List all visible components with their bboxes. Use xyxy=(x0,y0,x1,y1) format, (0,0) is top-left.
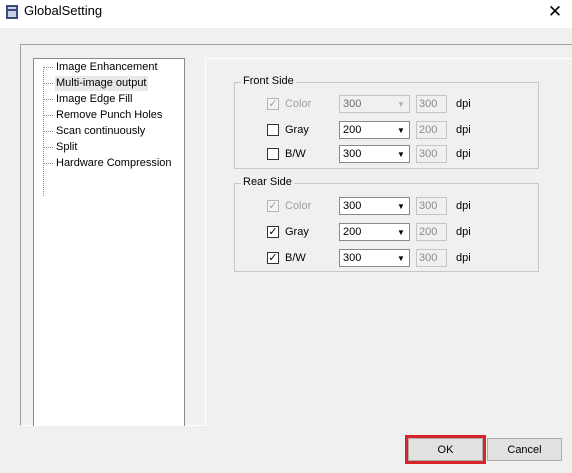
front-bw-unit: dpi xyxy=(456,148,471,160)
chevron-down-icon: ▼ xyxy=(397,149,405,159)
rear-bw-dpi-select[interactable]: 300 ▼ xyxy=(339,249,410,267)
tree-connector xyxy=(43,99,53,100)
tree-connector xyxy=(43,147,53,148)
rear-color-row: ✓ Color 300 ▼ 300 dpi xyxy=(235,197,540,217)
rear-color-dpi-field-value: 300 xyxy=(419,200,438,212)
front-bw-checkbox[interactable] xyxy=(267,148,279,160)
chevron-down-icon: ▼ xyxy=(397,201,405,211)
rear-color-unit: dpi xyxy=(456,200,471,212)
rear-color-dpi-select[interactable]: 300 ▼ xyxy=(339,197,410,215)
rear-bw-checkbox[interactable]: ✓ xyxy=(267,252,279,264)
multi-image-output-panel: Front Side ✓ Color 300 ▼ 300 dpi Gray 20… xyxy=(205,58,572,440)
chevron-down-icon: ▼ xyxy=(397,227,405,237)
tree-connector xyxy=(43,67,53,68)
ok-button[interactable]: OK xyxy=(408,438,483,461)
front-color-row: ✓ Color 300 ▼ 300 dpi xyxy=(235,95,540,115)
front-side-group: Front Side ✓ Color 300 ▼ 300 dpi Gray 20… xyxy=(234,75,540,169)
rear-side-legend: Rear Side xyxy=(241,176,294,188)
front-color-dpi-field-value: 300 xyxy=(419,98,438,110)
rear-color-dpi-value: 300 xyxy=(343,200,362,212)
tree-connector xyxy=(43,83,53,84)
front-gray-dpi-select[interactable]: 200 ▼ xyxy=(339,121,410,139)
front-color-checkbox[interactable]: ✓ xyxy=(267,98,279,110)
front-color-dpi-value: 300 xyxy=(343,98,362,110)
dialog-body: Image Enhancement Multi-image output Ima… xyxy=(0,28,572,473)
rear-color-checkbox[interactable]: ✓ xyxy=(267,200,279,212)
scanner-icon xyxy=(4,4,20,20)
front-gray-dpi-field-value: 200 xyxy=(419,124,438,136)
front-bw-dpi-field-value: 300 xyxy=(419,148,438,160)
front-bw-dpi-field: 300 xyxy=(416,145,447,163)
tree-item-split[interactable]: Split xyxy=(55,140,78,155)
rear-side-group: Rear Side ✓ Color 300 ▼ 300 dpi ✓ Gray 2… xyxy=(234,176,540,272)
rear-bw-label: B/W xyxy=(285,252,306,264)
tree-item-image-edge-fill[interactable]: Image Edge Fill xyxy=(55,92,133,107)
front-bw-dpi-value: 300 xyxy=(343,148,362,160)
window-title: GlobalSetting xyxy=(24,3,103,18)
rear-bw-dpi-field: 300 xyxy=(416,249,447,267)
rear-gray-dpi-field: 200 xyxy=(416,223,447,241)
rear-gray-label: Gray xyxy=(285,226,309,238)
front-color-unit: dpi xyxy=(456,98,471,110)
tree-item-scan-continuously[interactable]: Scan continuously xyxy=(55,124,146,139)
front-gray-dpi-value: 200 xyxy=(343,124,362,136)
tree-item-image-enhancement[interactable]: Image Enhancement xyxy=(55,60,159,75)
rear-bw-dpi-field-value: 300 xyxy=(419,252,438,264)
rear-bw-unit: dpi xyxy=(456,252,471,264)
tree-connector xyxy=(43,115,53,116)
front-color-dpi-field: 300 xyxy=(416,95,447,113)
front-side-legend: Front Side xyxy=(241,75,296,87)
front-gray-dpi-field: 200 xyxy=(416,121,447,139)
rear-gray-row: ✓ Gray 200 ▼ 200 dpi xyxy=(235,223,540,243)
title-bar: GlobalSetting ✕ xyxy=(0,0,572,28)
rear-color-label: Color xyxy=(285,200,312,212)
close-button[interactable]: ✕ xyxy=(538,0,572,24)
front-bw-label: B/W xyxy=(285,148,306,160)
chevron-down-icon: ▼ xyxy=(397,125,405,135)
cancel-button[interactable]: Cancel xyxy=(487,438,562,461)
front-color-label: Color xyxy=(285,98,312,110)
tree-item-multi-image-output[interactable]: Multi-image output xyxy=(55,76,148,91)
rear-gray-checkbox[interactable]: ✓ xyxy=(267,226,279,238)
rear-gray-dpi-select[interactable]: 200 ▼ xyxy=(339,223,410,241)
tree-item-hardware-compression[interactable]: Hardware Compression xyxy=(55,156,173,171)
front-gray-label: Gray xyxy=(285,124,309,136)
front-gray-row: Gray 200 ▼ 200 dpi xyxy=(235,121,540,141)
front-bw-dpi-select[interactable]: 300 ▼ xyxy=(339,145,410,163)
rear-color-dpi-field: 300 xyxy=(416,197,447,215)
rear-gray-dpi-value: 200 xyxy=(343,226,362,238)
rear-bw-row: ✓ B/W 300 ▼ 300 dpi xyxy=(235,249,540,269)
front-color-dpi-select[interactable]: 300 ▼ xyxy=(339,95,410,113)
chevron-down-icon: ▼ xyxy=(397,99,405,109)
tree-connector xyxy=(43,163,53,164)
front-bw-row: B/W 300 ▼ 300 dpi xyxy=(235,145,540,165)
rear-gray-dpi-field-value: 200 xyxy=(419,226,438,238)
chevron-down-icon: ▼ xyxy=(397,253,405,263)
front-gray-unit: dpi xyxy=(456,124,471,136)
settings-tree[interactable]: Image Enhancement Multi-image output Ima… xyxy=(33,58,185,440)
rear-bw-dpi-value: 300 xyxy=(343,252,362,264)
tree-connector xyxy=(43,131,53,132)
rear-gray-unit: dpi xyxy=(456,226,471,238)
tree-item-remove-punch-holes[interactable]: Remove Punch Holes xyxy=(55,108,163,123)
front-gray-checkbox[interactable] xyxy=(267,124,279,136)
close-icon: ✕ xyxy=(547,2,563,21)
